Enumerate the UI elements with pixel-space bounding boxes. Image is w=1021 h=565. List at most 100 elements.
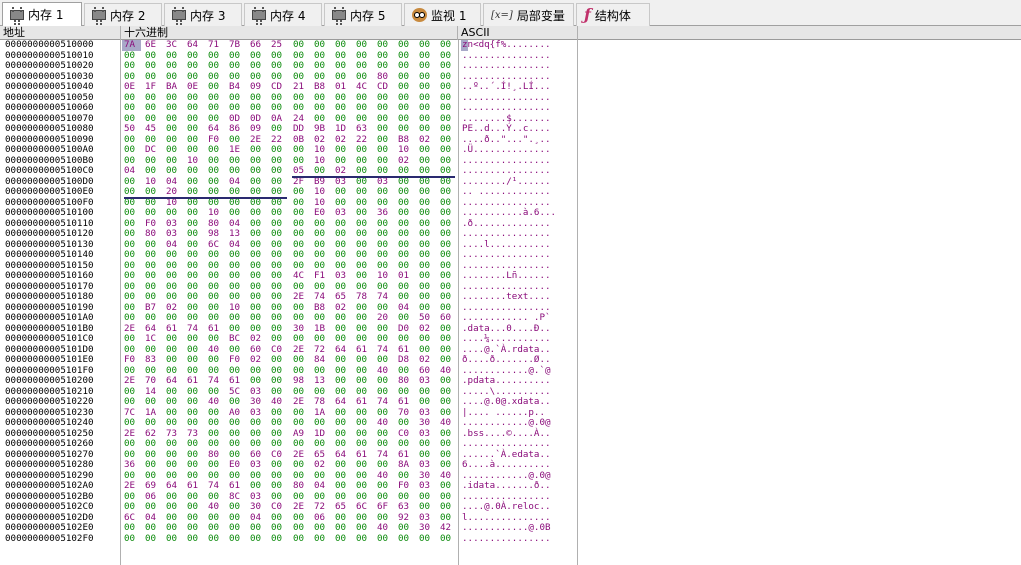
hex-byte[interactable]: 00 (166, 123, 182, 135)
hex-byte[interactable]: BC (229, 333, 245, 345)
hex-byte[interactable]: 01 (335, 81, 351, 93)
hex-byte[interactable]: 00 (124, 144, 140, 156)
hex-column-header[interactable]: 十六进制 (121, 26, 458, 40)
hex-byte[interactable]: 10 (208, 207, 224, 219)
table-row[interactable]: 0000000000510220 00 00 00 00 40 00 30 40 2E 78 64 61… (0, 396, 578, 408)
hex-byte[interactable]: 00 (229, 270, 245, 282)
hex-byte[interactable]: 00 (271, 207, 287, 219)
hex-byte[interactable]: 00 (377, 144, 393, 156)
hex-byte[interactable]: 00 (145, 207, 161, 219)
hex-byte[interactable]: 66 (250, 39, 266, 51)
hex-byte[interactable]: 6F (377, 501, 393, 513)
hex-byte[interactable]: 40 (208, 396, 224, 408)
hex-byte[interactable]: 00 (187, 270, 203, 282)
hex-byte[interactable]: 03 (419, 480, 435, 492)
tab-3[interactable]: 内存 3 (164, 3, 242, 26)
hex-byte[interactable]: 00 (208, 522, 224, 534)
hex-byte[interactable]: 00 (166, 522, 182, 534)
hex-byte[interactable]: 00 (398, 60, 414, 72)
hex-byte[interactable]: 00 (145, 102, 161, 114)
hex-byte[interactable]: 00 (187, 333, 203, 345)
hex-byte[interactable]: 00 (398, 249, 414, 261)
table-row[interactable]: 0000000000510280 36 00 00 00 00 E0 03 00 00 02 00 00… (0, 459, 578, 471)
hex-byte[interactable]: 30 (250, 501, 266, 513)
hex-byte[interactable]: 00 (398, 228, 414, 240)
hex-byte[interactable]: 00 (187, 501, 203, 513)
table-row[interactable]: 00000000005100A0 00 DC 00 00 00 1E 00 00 00 10 00 00… (0, 144, 578, 156)
hex-byte[interactable]: 00 (166, 60, 182, 72)
tab-7[interactable]: [x=] 局部变量 (483, 3, 574, 26)
hex-byte[interactable]: 00 (187, 207, 203, 219)
hex-byte[interactable]: 00 (208, 291, 224, 303)
table-row[interactable]: 0000000000510060 00 00 00 00 00 00 00 00 00 00 00 00… (0, 102, 578, 114)
hex-byte[interactable]: 00 (440, 270, 456, 282)
table-row[interactable]: 00000000005102C0 00 00 00 00 40 00 30 C0 2E 72 65 6C… (0, 501, 578, 513)
hex-byte[interactable]: 00 (166, 396, 182, 408)
hex-byte[interactable]: 00 (208, 60, 224, 72)
hex-byte[interactable]: 00 (440, 228, 456, 240)
hex-byte[interactable]: 4C (293, 270, 309, 282)
hex-byte[interactable]: 00 (377, 354, 393, 366)
hex-byte[interactable]: 00 (335, 186, 351, 198)
hex-byte[interactable]: 00 (250, 228, 266, 240)
hex-byte[interactable]: 03 (166, 228, 182, 240)
hex-byte[interactable]: 00 (124, 207, 140, 219)
hex-byte[interactable]: 00 (377, 228, 393, 240)
hex-byte[interactable]: 00 (187, 123, 203, 135)
hex-byte[interactable]: 00 (335, 39, 351, 51)
hex-byte[interactable]: 00 (271, 102, 287, 114)
hex-byte[interactable]: 00 (440, 144, 456, 156)
hex-byte[interactable]: 00 (208, 312, 224, 324)
hex-byte[interactable]: 6C (356, 501, 372, 513)
hex-byte[interactable]: 03 (250, 459, 266, 471)
hex-byte[interactable]: 00 (440, 438, 456, 450)
table-row[interactable]: 0000000000510160 00 00 00 00 00 00 00 00 4C F1 03 00… (0, 270, 578, 282)
hex-byte[interactable]: 00 (271, 417, 287, 429)
hex-byte[interactable]: 00 (208, 533, 224, 545)
hex-byte[interactable]: 00 (271, 270, 287, 282)
tab-4[interactable]: 内存 4 (244, 3, 322, 26)
hex-byte[interactable]: 00 (398, 123, 414, 135)
hex-byte[interactable]: 00 (166, 144, 182, 156)
hex-byte[interactable]: 00 (440, 207, 456, 219)
hex-byte[interactable]: 7B (229, 39, 245, 51)
hex-byte[interactable]: 00 (335, 533, 351, 545)
hex-byte[interactable]: 00 (187, 522, 203, 534)
hex-byte[interactable]: 00 (166, 459, 182, 471)
hex-byte[interactable]: 98 (208, 228, 224, 240)
hex-byte[interactable]: 00 (271, 459, 287, 471)
hex-byte[interactable]: 00 (124, 186, 140, 198)
hex-byte[interactable]: 45 (145, 123, 161, 135)
table-row[interactable]: 00000000005102E0 00 00 00 00 00 00 00 00 00 00 00 00… (0, 522, 578, 534)
hex-byte[interactable]: B4 (229, 81, 245, 93)
hex-byte[interactable]: CD (271, 81, 287, 93)
hex-byte[interactable]: 64 (208, 123, 224, 135)
hex-byte[interactable]: 00 (356, 533, 372, 545)
hex-byte[interactable]: 00 (398, 165, 414, 177)
hex-byte[interactable]: 00 (398, 207, 414, 219)
hex-byte[interactable]: BA (166, 81, 182, 93)
hex-byte[interactable]: 70 (145, 375, 161, 387)
hex-byte[interactable]: 00 (293, 186, 309, 198)
hex-byte[interactable]: 8A (398, 459, 414, 471)
hex-byte[interactable]: 00 (377, 186, 393, 198)
hex-byte[interactable]: 00 (166, 312, 182, 324)
hex-byte[interactable]: B8 (314, 81, 330, 93)
hex-byte[interactable]: 00 (356, 186, 372, 198)
hex-byte[interactable]: 00 (440, 186, 456, 198)
hex-byte[interactable]: 40 (208, 501, 224, 513)
hex-byte[interactable]: 00 (250, 102, 266, 114)
tab-8[interactable]: ƒ 结构体 (576, 3, 650, 26)
table-row[interactable]: 0000000000510140 00 00 00 00 00 00 00 00 00 00 00 00… (0, 249, 578, 261)
hex-byte[interactable]: 00 (377, 375, 393, 387)
hex-byte[interactable]: 00 (229, 186, 245, 198)
hex-byte[interactable]: 00 (398, 533, 414, 545)
hex-byte[interactable]: 00 (124, 522, 140, 534)
hex-byte[interactable]: 00 (377, 39, 393, 51)
hex-byte[interactable]: 00 (398, 417, 414, 429)
hex-byte[interactable]: 00 (419, 333, 435, 345)
hex-byte[interactable]: 00 (250, 417, 266, 429)
hex-byte[interactable]: 00 (314, 102, 330, 114)
hex-byte[interactable]: 00 (271, 60, 287, 72)
hex-byte[interactable]: 00 (145, 165, 161, 177)
